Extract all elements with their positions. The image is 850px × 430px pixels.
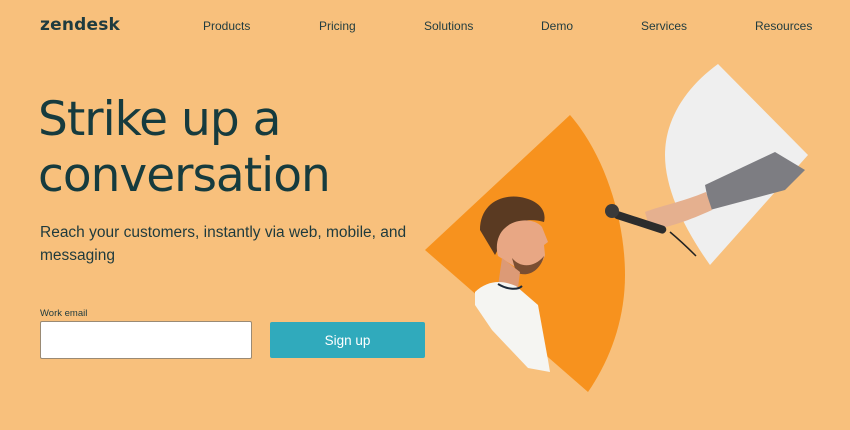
zendesk-logo[interactable]: zendesk (40, 15, 120, 35)
sign-up-button[interactable]: Sign up (270, 322, 425, 358)
hero-headline: Strike up a conversation (38, 92, 331, 203)
work-email-label: Work email (40, 308, 88, 319)
microphone-head (605, 204, 619, 218)
interview-illustration (425, 64, 808, 392)
nav-services[interactable]: Services (641, 19, 687, 33)
nav-pricing[interactable]: Pricing (319, 19, 356, 33)
work-email-input[interactable] (40, 321, 252, 359)
nav-solutions[interactable]: Solutions (424, 19, 473, 33)
nav-demo[interactable]: Demo (541, 19, 573, 33)
top-navigation: zendesk Products Pricing Solutions Demo … (0, 0, 850, 52)
nav-products[interactable]: Products (203, 19, 250, 33)
hero-subhead: Reach your customers, instantly via web,… (40, 224, 407, 264)
nav-resources[interactable]: Resources (755, 19, 812, 33)
